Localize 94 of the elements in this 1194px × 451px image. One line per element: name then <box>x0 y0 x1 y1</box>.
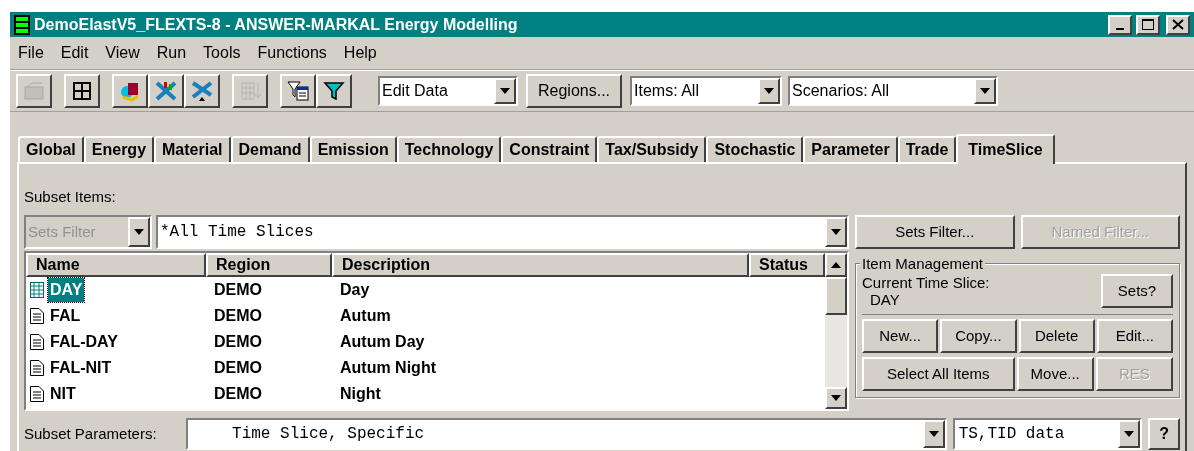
region-cell-text: DEMO <box>213 306 263 326</box>
subset-parameters-label: Subset Parameters: <box>24 423 158 444</box>
subset-items-label: Subset Items: <box>24 187 117 208</box>
tab[interactable]: Energy <box>83 136 155 163</box>
scrollbar[interactable] <box>825 253 847 409</box>
mode-dropdown[interactable]: Edit Data <box>378 76 518 107</box>
tab[interactable]: Constraint <box>501 136 598 163</box>
action-button[interactable]: Edit... <box>1096 319 1173 353</box>
action-button[interactable]: Move... <box>1016 357 1094 391</box>
action-button[interactable]: Select All Items <box>862 357 1015 391</box>
filter-icon[interactable] <box>316 74 352 109</box>
scroll-thumb[interactable] <box>825 277 847 315</box>
subset-parameters-dropdown[interactable]: Time Slice, Specific <box>186 418 947 450</box>
caret-icon <box>831 229 841 235</box>
document-icon <box>30 360 44 376</box>
cross-icon[interactable] <box>184 74 220 109</box>
action-button[interactable]: New... <box>862 319 939 353</box>
column-header[interactable]: Region <box>206 253 332 277</box>
document-icon <box>30 386 44 402</box>
minimize-button[interactable] <box>1108 14 1132 35</box>
grid-icon[interactable] <box>64 74 100 109</box>
filter-table-icon[interactable] <box>280 74 316 109</box>
scroll-up-button[interactable] <box>825 253 847 277</box>
region-cell-text: DEMO <box>213 358 263 378</box>
table-icon <box>30 282 44 298</box>
shapes-icon[interactable] <box>112 74 148 109</box>
tab[interactable]: Global <box>18 136 84 163</box>
tab[interactable]: Stochastic <box>706 136 804 163</box>
name-cell[interactable]: FAL-DAY <box>48 330 120 354</box>
caret-icon <box>764 88 775 95</box>
menu-item[interactable]: File <box>18 40 44 65</box>
column-header[interactable]: Description <box>332 253 749 277</box>
tab[interactable]: Emission <box>309 136 397 163</box>
close-button[interactable] <box>1166 14 1190 35</box>
dropdown-arrow-button[interactable] <box>825 387 847 409</box>
chart-icon[interactable] <box>148 74 184 109</box>
menu-item[interactable]: View <box>105 40 140 65</box>
action-button[interactable]: Delete <box>1018 319 1095 353</box>
column-header[interactable]: Status <box>749 253 825 277</box>
menu-item[interactable]: Functions <box>257 40 327 65</box>
caret-icon <box>500 88 510 95</box>
description-cell-text: Autum Day <box>339 332 425 352</box>
tab[interactable]: Tax/Subsidy <box>597 136 707 163</box>
menu-item[interactable]: Help <box>343 40 377 65</box>
dropdown-arrow-button[interactable] <box>1118 420 1141 448</box>
dropdown-arrow-button[interactable] <box>974 78 997 105</box>
document-icon <box>30 334 44 350</box>
caret-icon <box>831 262 841 268</box>
region-cell-text: DEMO <box>213 384 263 404</box>
document-icon <box>30 308 44 324</box>
description-cell-text: Night <box>339 384 381 404</box>
dropdown-arrow-button[interactable] <box>494 78 516 105</box>
caret-icon <box>134 229 144 235</box>
dropdown-arrow-button[interactable] <box>825 217 847 247</box>
name-cell[interactable]: NIT <box>48 382 78 406</box>
items-dropdown[interactable]: Items: All <box>630 76 783 107</box>
maximize-button[interactable] <box>1136 14 1160 35</box>
menu-item[interactable]: Run <box>156 40 187 65</box>
action-button[interactable]: Copy... <box>940 319 1017 353</box>
tab[interactable]: TimeSlice <box>956 134 1055 165</box>
region-cell-text: DEMO <box>213 280 263 300</box>
name-cell[interactable]: DAY <box>48 278 85 302</box>
name-cell[interactable]: FAL-NIT <box>48 356 114 380</box>
tab[interactable]: Parameter <box>803 136 898 163</box>
menu-item[interactable]: Edit <box>60 40 89 65</box>
help-button[interactable]: ? <box>1148 418 1180 450</box>
current-slice-label: Current Time Slice: <box>862 274 990 291</box>
data-dropdown[interactable]: TS,TID data <box>952 418 1143 450</box>
description-cell-text: Autum <box>339 306 391 326</box>
menu-item[interactable]: Tools <box>203 40 241 65</box>
window-title: DemoElastV5_FLEXTS-8 - ANSWER-MARKAL Energy Modelling <box>34 14 518 35</box>
action-button[interactable]: Sets Filter... <box>855 215 1015 249</box>
app-icon <box>14 14 30 35</box>
caret-icon <box>1124 431 1135 437</box>
close-icon <box>1172 19 1184 31</box>
caret-icon <box>980 88 991 95</box>
dropdown-arrow-button[interactable] <box>758 78 781 105</box>
tab[interactable]: Demand <box>230 136 310 163</box>
name-cell[interactable]: FAL <box>48 304 83 328</box>
tab[interactable]: Material <box>154 136 231 163</box>
subset-dropdown[interactable]: *All Time Slices <box>156 215 849 249</box>
caret-icon <box>928 431 939 437</box>
regions-button[interactable]: Regions... <box>526 74 623 109</box>
region-cell-text: DEMO <box>213 332 263 352</box>
column-header[interactable]: Name <box>26 253 206 277</box>
tab[interactable]: Technology <box>396 136 502 163</box>
current-slice-value: DAY <box>869 291 901 308</box>
description-cell-text: Day <box>339 280 370 300</box>
description-cell-text: Autum Night <box>339 358 436 378</box>
scenarios-dropdown[interactable]: Scenarios: All <box>788 76 999 107</box>
tab[interactable]: Trade <box>897 136 957 163</box>
dropdown-arrow-button[interactable] <box>922 420 945 448</box>
caret-icon <box>831 395 841 401</box>
sets-button[interactable]: Sets? <box>1101 274 1173 308</box>
